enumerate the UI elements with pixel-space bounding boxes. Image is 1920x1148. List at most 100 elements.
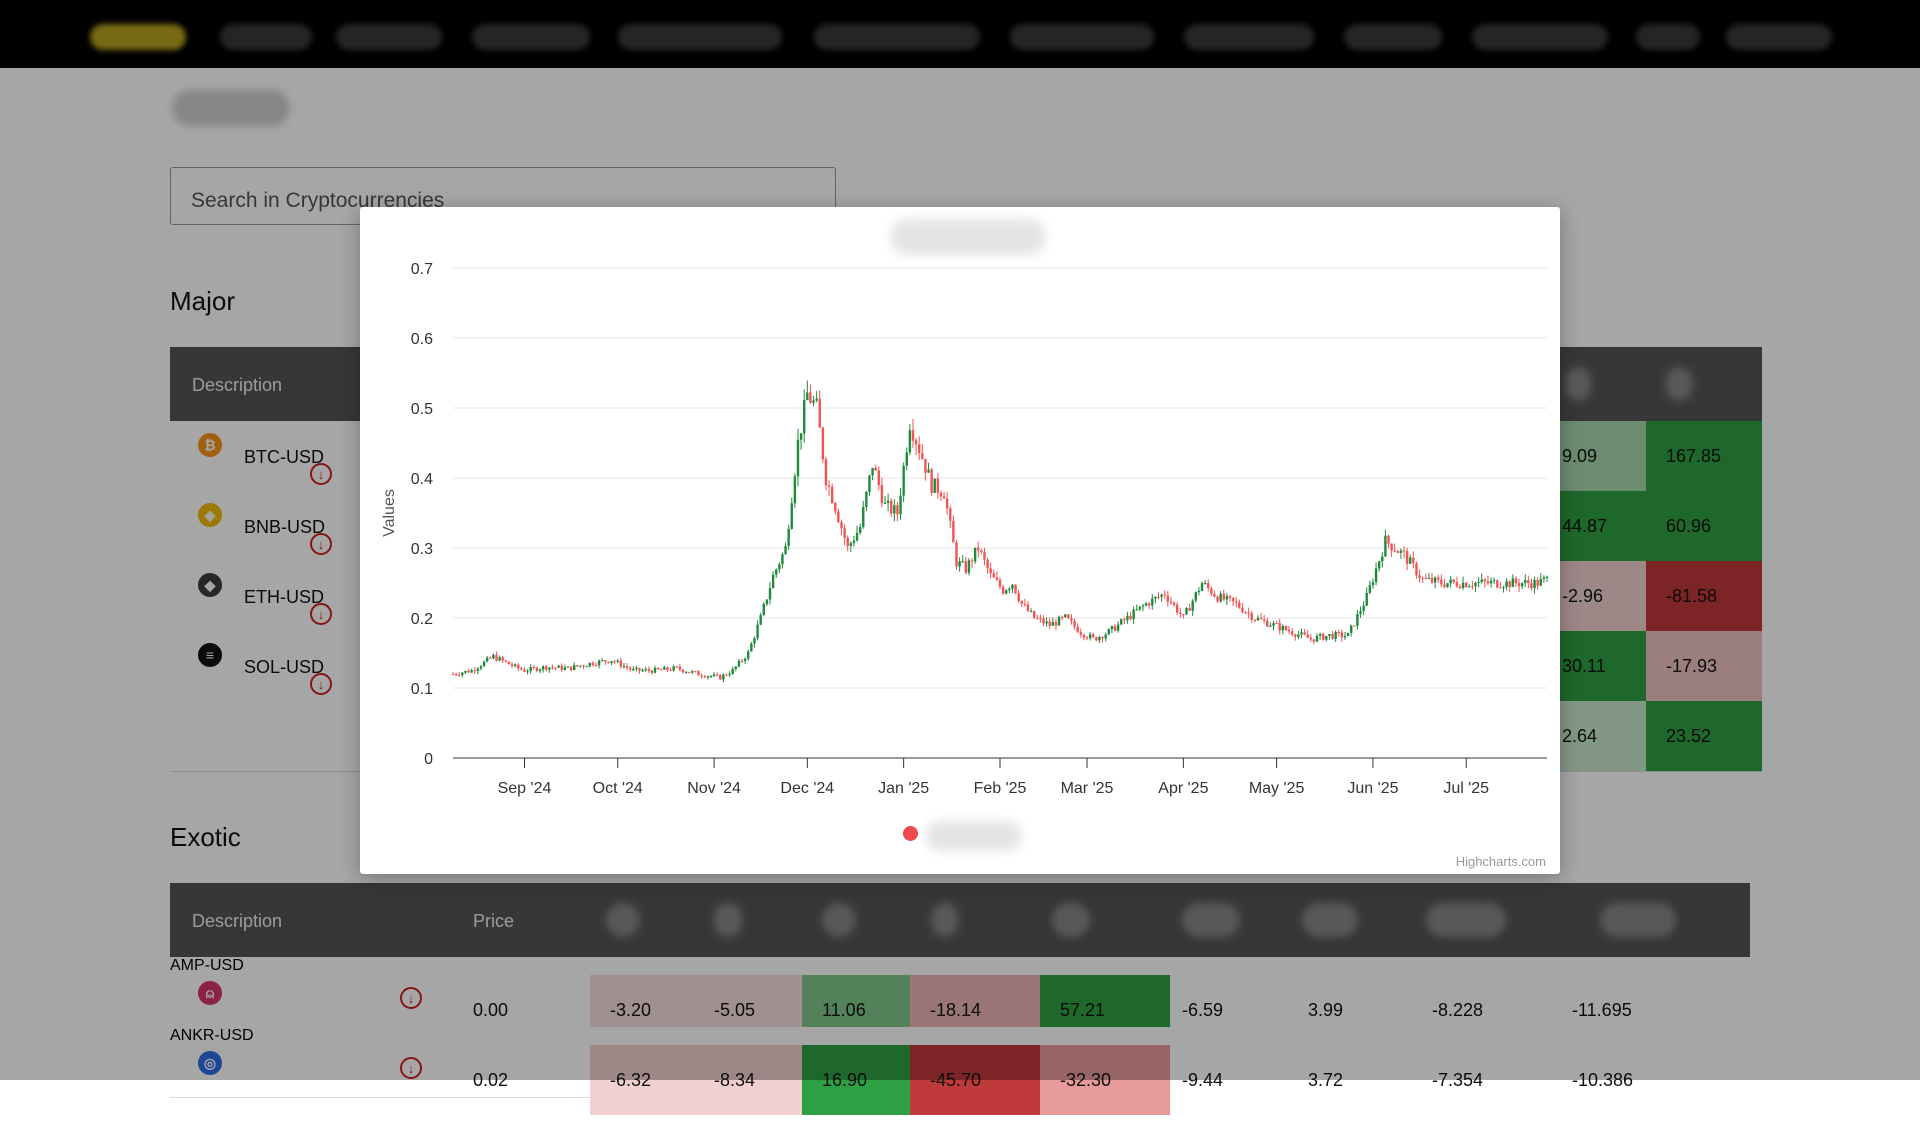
candle-body — [498, 657, 501, 661]
candle-body — [1489, 580, 1493, 584]
candle-body — [684, 672, 688, 674]
candle-body — [541, 666, 545, 670]
candle-body — [697, 671, 700, 676]
candle-body — [1129, 615, 1132, 620]
candle-body — [986, 559, 989, 569]
candle-body — [719, 674, 722, 680]
candle-body — [1032, 610, 1036, 619]
candle-body — [1126, 615, 1129, 621]
candle-body — [1235, 601, 1238, 603]
x-tick-label: Jun '25 — [1347, 780, 1398, 797]
candle-body — [1340, 632, 1344, 638]
candle-body — [1225, 595, 1229, 600]
chart-credits[interactable]: Highcharts.com — [1456, 854, 1546, 869]
candle-body — [1116, 624, 1120, 631]
candle-body — [591, 662, 595, 666]
candle-body — [647, 669, 651, 671]
candle-body — [1185, 608, 1188, 615]
candle-body — [712, 674, 716, 677]
candle-body — [1325, 636, 1328, 640]
candle-body — [492, 654, 495, 659]
candle-body — [1517, 583, 1521, 587]
candle-body — [656, 667, 660, 670]
candle-body — [691, 671, 694, 673]
candle-body — [628, 667, 632, 670]
candle-body — [1381, 556, 1384, 562]
candlestick-chart[interactable]: 0 0.1 0.2 0.3 0.4 0.5 0.6 0.7 Values Sep '24 Oct '… — [360, 207, 1560, 874]
y-tick-label: 0.4 — [411, 471, 433, 488]
candle-body — [768, 588, 772, 600]
candle-body — [1328, 634, 1331, 637]
candle-body — [837, 511, 840, 523]
candle-body — [600, 660, 604, 662]
candle-body — [939, 492, 943, 497]
candle-body — [1023, 603, 1027, 605]
candle-body — [843, 528, 846, 539]
candle-body — [998, 579, 1002, 587]
candle-body — [992, 573, 995, 578]
candle-body — [834, 503, 837, 512]
candle-body — [1315, 635, 1319, 642]
candle-body — [862, 507, 865, 528]
candle-body — [1284, 625, 1288, 630]
candle-body — [821, 427, 825, 460]
candle-body — [554, 667, 557, 669]
candle-body — [1085, 637, 1089, 639]
x-tick-label: Mar '25 — [1061, 780, 1114, 797]
candle-body — [715, 674, 719, 676]
candle-body — [700, 675, 703, 677]
candle-body — [523, 669, 526, 672]
candle-body — [958, 561, 961, 567]
candle-body — [513, 664, 517, 666]
candle-body — [1163, 594, 1166, 596]
y-tick-label: 0.1 — [411, 681, 433, 698]
candle-body — [908, 430, 912, 453]
candle-body — [604, 660, 607, 662]
candle-body — [725, 674, 728, 676]
candle-body — [1262, 619, 1266, 621]
candle-body — [961, 561, 964, 563]
candle-body — [1443, 584, 1446, 587]
legend-series-label-blurred[interactable] — [926, 821, 1022, 851]
candle-body — [458, 674, 461, 676]
candle-body — [1132, 609, 1135, 620]
candle-body — [886, 500, 890, 503]
candle-body — [1213, 594, 1216, 597]
candle-body — [1303, 632, 1306, 635]
candle-body — [579, 665, 582, 667]
candle-body — [1135, 609, 1138, 611]
candle-body — [1421, 578, 1424, 580]
candle-body — [1312, 639, 1316, 642]
y-tick-label: 0.7 — [411, 261, 433, 278]
candle-body — [1433, 577, 1437, 583]
candle-body — [740, 660, 744, 662]
candle-body — [1057, 616, 1061, 626]
candle-body — [815, 398, 818, 401]
candle-body — [1228, 595, 1232, 598]
candle-body — [1172, 602, 1176, 605]
x-tick-label: Jan '25 — [878, 780, 929, 797]
candle-body — [955, 542, 958, 567]
candle-body — [1275, 623, 1278, 625]
candle-body — [1458, 586, 1462, 589]
candle-body — [557, 665, 560, 668]
candle-body — [1527, 580, 1530, 584]
candle-body — [747, 651, 750, 659]
candle-body — [1483, 579, 1487, 582]
candle-body — [1154, 596, 1157, 599]
candle-body — [1219, 593, 1222, 602]
x-tick-label: Jul '25 — [1443, 780, 1489, 797]
candle-body — [1247, 612, 1250, 614]
candle-body — [874, 467, 877, 471]
legend-series-marker[interactable] — [903, 826, 918, 841]
candle-body — [924, 458, 927, 473]
candle-body — [1508, 581, 1511, 587]
candle-body — [479, 666, 483, 669]
candle-body — [1514, 578, 1518, 584]
candle-body — [1175, 604, 1179, 613]
candle-body — [880, 485, 884, 504]
candle-body — [635, 667, 638, 669]
candle-body — [1393, 550, 1396, 552]
candle-body — [1166, 595, 1170, 602]
candle-body — [967, 560, 971, 573]
